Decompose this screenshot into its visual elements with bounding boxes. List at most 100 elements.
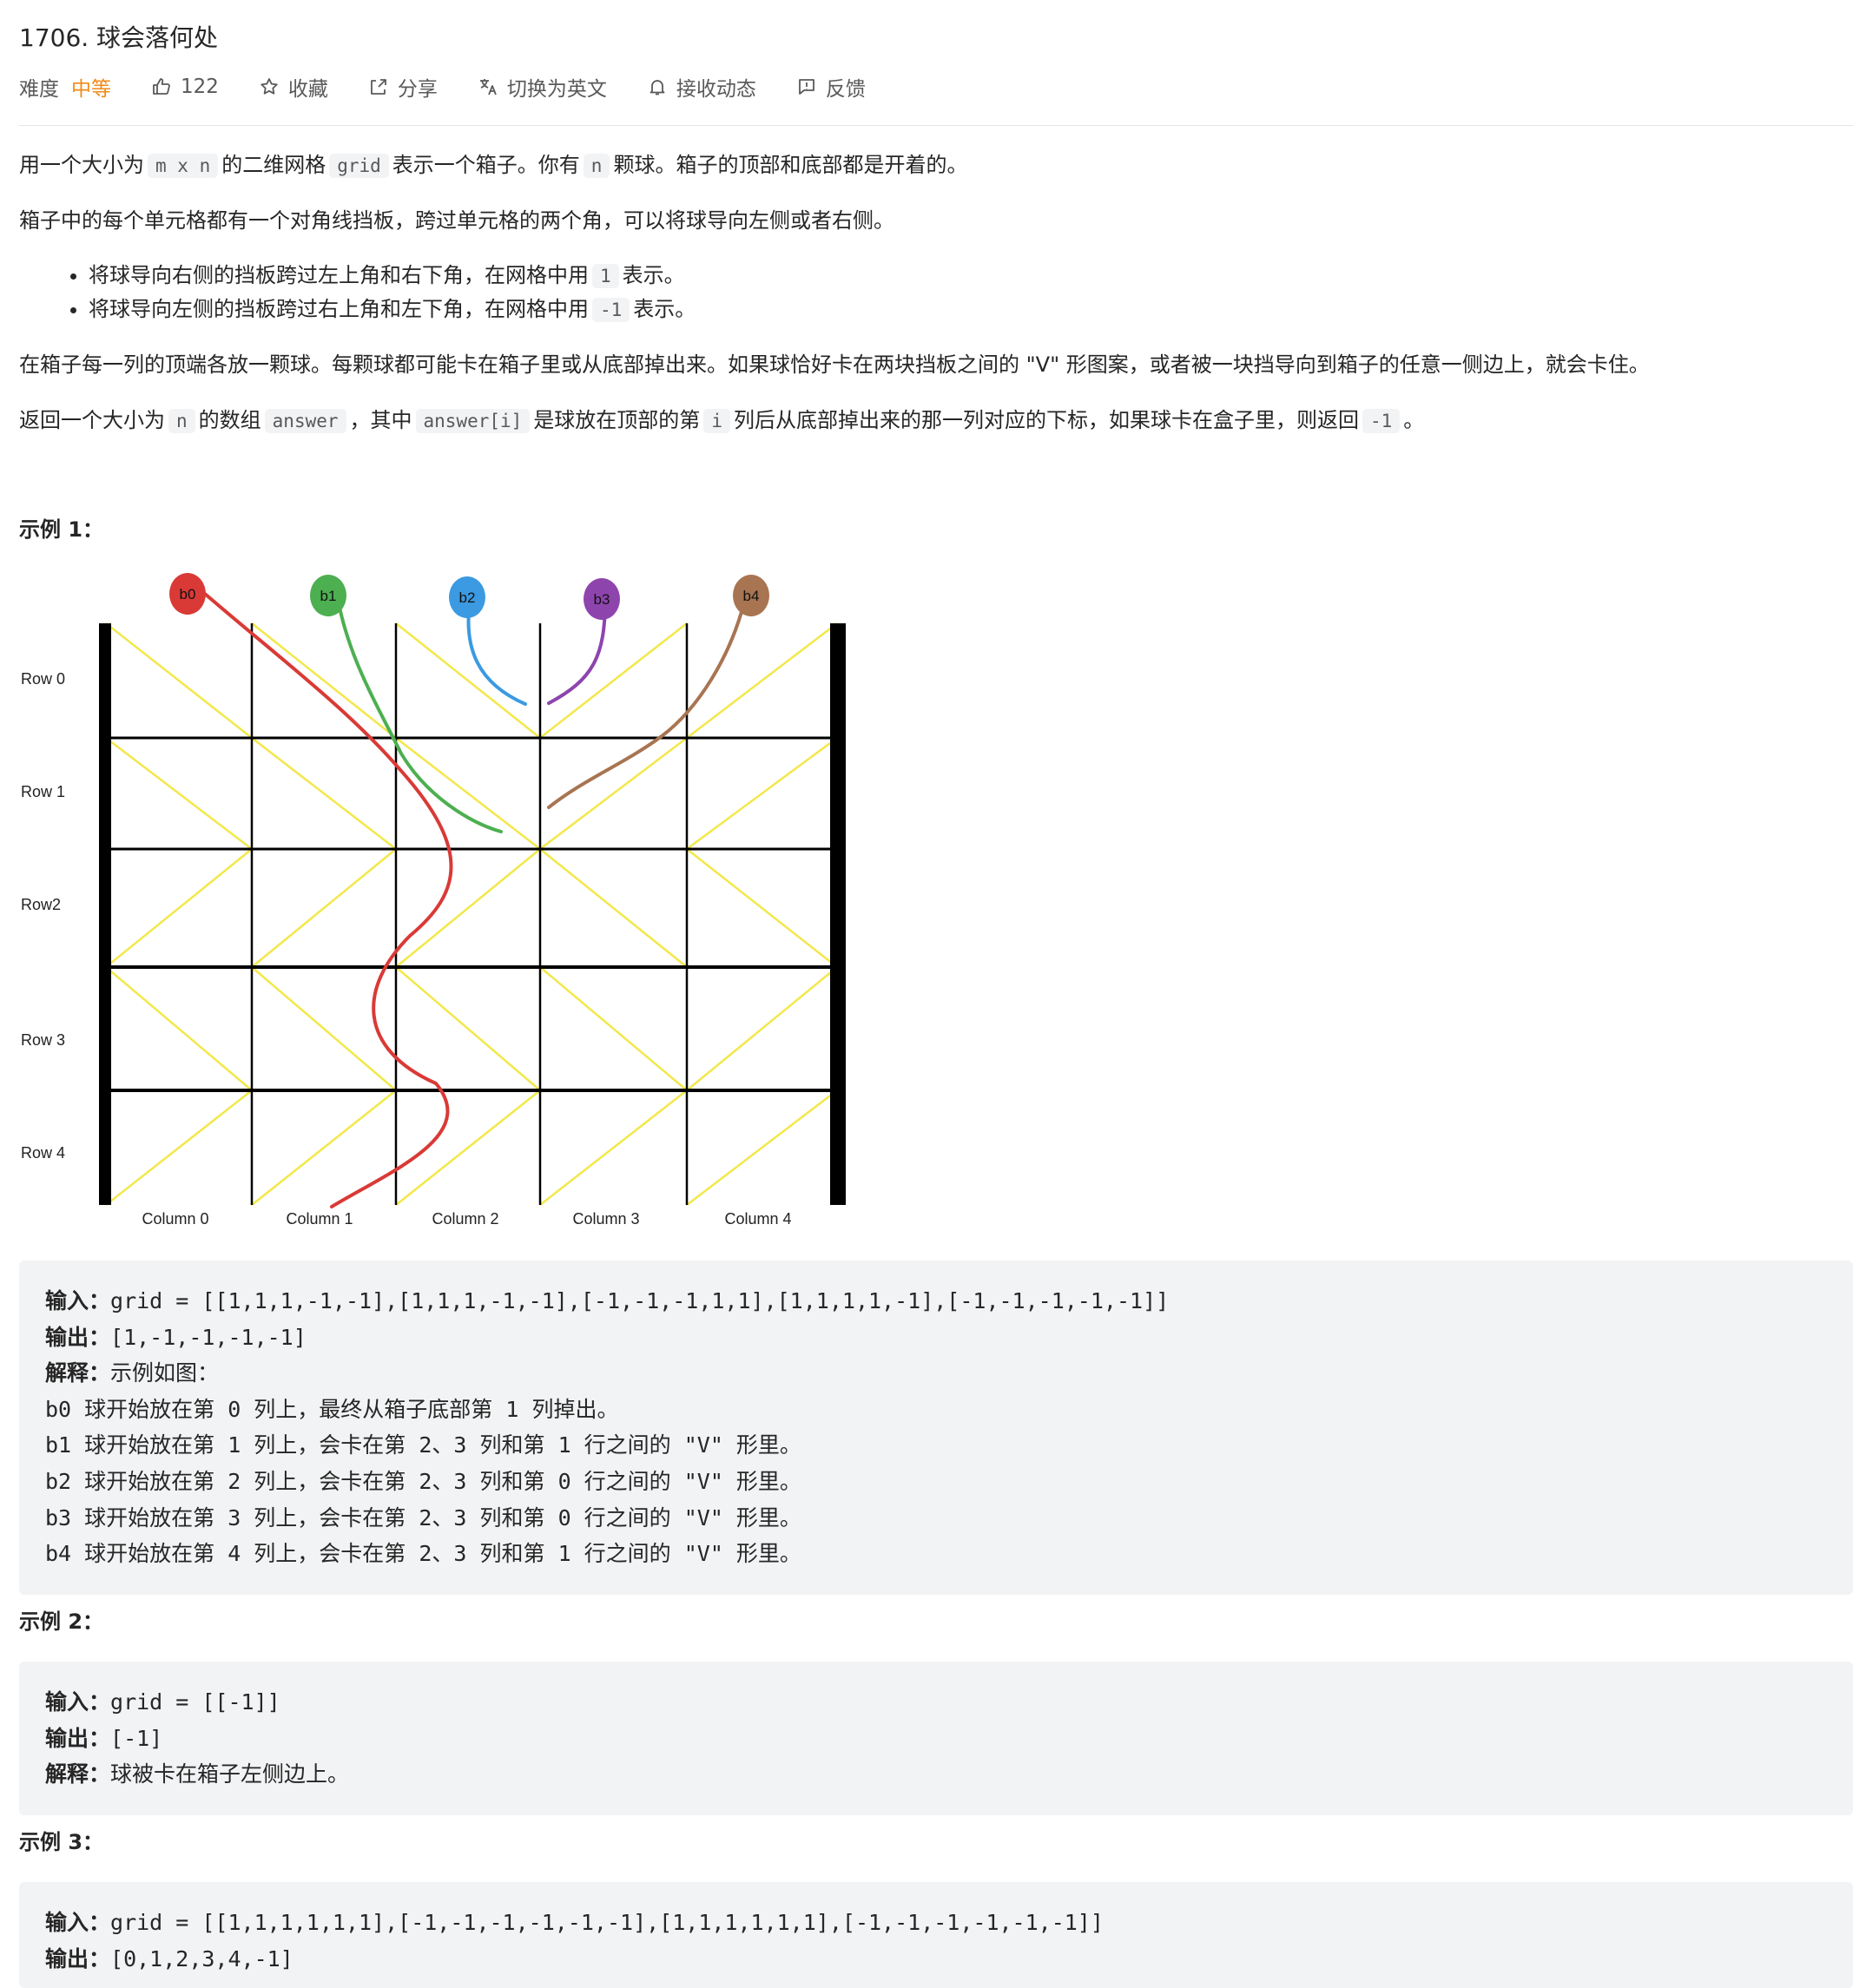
- example-explain-detail: b3 球开始放在第 3 列上，会卡在第 2、3 列和第 0 行之间的 "V" 形…: [45, 1504, 801, 1530]
- example-input-line: 输入：grid = [[-1]]: [45, 1689, 280, 1715]
- translate-button[interactable]: 切换为英文: [478, 72, 607, 102]
- right-wall: [830, 623, 846, 1205]
- ball-label: b2: [459, 589, 476, 606]
- favorite-button[interactable]: 收藏: [259, 72, 328, 102]
- row-label: Row 3: [21, 1031, 65, 1049]
- baffle-line: [251, 622, 397, 739]
- baffle-line: [686, 848, 838, 968]
- ball-trajectory-b4: [547, 594, 748, 809]
- like-button[interactable]: 122: [151, 76, 219, 98]
- code-one: 1: [592, 264, 619, 288]
- ball-label: b3: [594, 591, 610, 608]
- column-label: Column 2: [432, 1210, 498, 1228]
- ball-grid-figure: b0 b1 b2 b3 b4 Row 0 Row 1 Row2 Row 3 Row 4 Column…: [21, 573, 846, 1228]
- row-label: Row 4: [21, 1144, 65, 1162]
- baffle-line: [105, 966, 253, 1091]
- thumbs-up-icon: [151, 76, 172, 97]
- example-explain-detail: b0 球开始放在第 0 列上，最终从箱子底部第 1 列掉出。: [45, 1396, 619, 1422]
- example-explain-detail: b1 球开始放在第 1 列上，会卡在第 2、3 列和第 1 行之间的 "V" 形…: [45, 1432, 801, 1458]
- ball-trajectory-b0: [203, 592, 453, 1208]
- baffle-line: [686, 1089, 838, 1206]
- baffle-line: [395, 1089, 541, 1206]
- header-divider: [19, 125, 1853, 126]
- example-2-heading: 示例 2：: [19, 1609, 104, 1634]
- bell-icon: [647, 76, 668, 97]
- column-label: Column 4: [724, 1210, 791, 1228]
- code-answer: answer: [264, 409, 346, 433]
- example-explain-line: 解释：示例如图：: [45, 1360, 220, 1386]
- ball-label: b0: [180, 586, 196, 602]
- baffle-line: [105, 622, 253, 739]
- baffle-line: [539, 1089, 688, 1206]
- left-wall: [99, 623, 111, 1205]
- share-label: 分享: [397, 78, 438, 101]
- feedback-button[interactable]: 反馈: [796, 72, 866, 102]
- code-n: n: [583, 154, 610, 178]
- share-button[interactable]: 分享: [368, 72, 438, 102]
- baffle-line: [105, 737, 253, 850]
- example-3-heading: 示例 3：: [19, 1830, 104, 1854]
- example-2-code-block: 输入：grid = [[-1]] 输出：[-1] 解释：球被卡在箱子左侧边上。: [19, 1662, 1853, 1815]
- baffle-rules-list: 将球导向右侧的挡板跨过左上角和右下角，在网格中用1表示。 将球导向左侧的挡板跨过…: [61, 259, 696, 326]
- ball-label: b1: [320, 588, 337, 604]
- description-paragraph-3: 在箱子每一列的顶端各放一颗球。每颗球都可能卡在箱子里或从底部掉出来。如果球恰好卡…: [19, 352, 1650, 377]
- code-minus-one: -1: [1362, 409, 1401, 433]
- feedback-icon: [796, 76, 817, 97]
- baffle-line: [539, 848, 688, 968]
- row-label: Row2: [21, 896, 61, 913]
- difficulty-value: 中等: [71, 78, 111, 101]
- baffle-line: [105, 1089, 253, 1206]
- list-item: 将球导向左侧的挡板跨过右上角和左下角，在网格中用-1表示。: [89, 293, 696, 326]
- code-m-x-n: m x n: [148, 154, 219, 178]
- row-label: Row 0: [21, 670, 65, 688]
- column-label: Column 0: [142, 1210, 208, 1228]
- baffle-line: [395, 848, 541, 968]
- star-icon: [259, 76, 280, 97]
- example-1-diagram: b0 b1 b2 b3 b4 Row 0 Row 1 Row2 Row 3 Row 4 Column…: [19, 563, 870, 1240]
- description-paragraph-4: 返回一个大小为 n 的数组 answer ，其中 answer[i] 是球放在顶部的第 i 列后…: [19, 408, 1425, 433]
- difficulty: 难度 中等: [19, 72, 111, 102]
- favorite-label: 收藏: [287, 78, 328, 101]
- example-1-code-block: 输入：grid = [[1,1,1,-1,-1],[1,1,1,-1,-1],[…: [19, 1261, 1853, 1595]
- baffle-line: [251, 737, 397, 850]
- example-output-line: 输出：[0,1,2,3,4,-1]: [45, 1945, 293, 1972]
- description-paragraph-1: 用一个大小为 m x n 的二维网格 grid 表示一个箱子。你有 n 颗球。箱子的顶部和底…: [19, 153, 968, 178]
- code-answer-i: answer[i]: [415, 409, 531, 433]
- code-i: i: [703, 409, 730, 433]
- example-explain-detail: b2 球开始放在第 2 列上，会卡在第 2、3 列和第 0 行之间的 "V" 形…: [45, 1468, 801, 1494]
- share-icon: [368, 76, 389, 97]
- ball-label: b4: [743, 588, 760, 604]
- baffle-line: [395, 622, 541, 739]
- row-label: Row 1: [21, 783, 65, 800]
- example-3-code-block: 输入：grid = [[1,1,1,1,1,1],[-1,-1,-1,-1,-1…: [19, 1882, 1853, 1988]
- translate-label: 切换为英文: [506, 78, 607, 101]
- baffle-line: [251, 966, 397, 1091]
- list-item: 将球导向右侧的挡板跨过左上角和右下角，在网格中用1表示。: [89, 259, 696, 293]
- problem-meta-bar: 难度 中等 122 收藏 分享 切换为英文 接收动态 反馈: [19, 69, 906, 104]
- feedback-label: 反馈: [825, 78, 866, 101]
- subscribe-label: 接收动态: [676, 78, 756, 101]
- problem-title: 1706. 球会落何处: [19, 23, 219, 52]
- baffle-line: [105, 848, 253, 968]
- subscribe-button[interactable]: 接收动态: [647, 72, 756, 102]
- example-1-heading: 示例 1：: [19, 517, 104, 542]
- translate-icon: [478, 76, 498, 97]
- ball-trajectory-b1: [336, 597, 503, 833]
- baffle-line: [539, 622, 688, 739]
- example-output-line: 输出：[-1]: [45, 1725, 163, 1751]
- baffle-line: [686, 736, 838, 851]
- like-count: 122: [181, 76, 219, 98]
- example-input-line: 输入：grid = [[1,1,1,1,1,1],[-1,-1,-1,-1,-1…: [45, 1910, 1104, 1935]
- column-label: Column 1: [286, 1210, 353, 1228]
- example-output-line: 输出：[1,-1,-1,-1,-1]: [45, 1324, 307, 1350]
- code-minus-one: -1: [592, 298, 630, 322]
- baffle-line: [539, 966, 688, 1091]
- example-explain-line: 解释：球被卡在箱子左侧边上。: [45, 1761, 350, 1787]
- baffle-line: [251, 1089, 397, 1206]
- baffle-line: [251, 848, 397, 968]
- baffle-line: [395, 966, 541, 1091]
- difficulty-label: 难度: [19, 78, 59, 101]
- example-explain-detail: b4 球开始放在第 4 列上，会卡在第 2、3 列和第 1 行之间的 "V" 形…: [45, 1541, 801, 1567]
- baffle-line: [686, 966, 838, 1091]
- code-n: n: [168, 409, 195, 433]
